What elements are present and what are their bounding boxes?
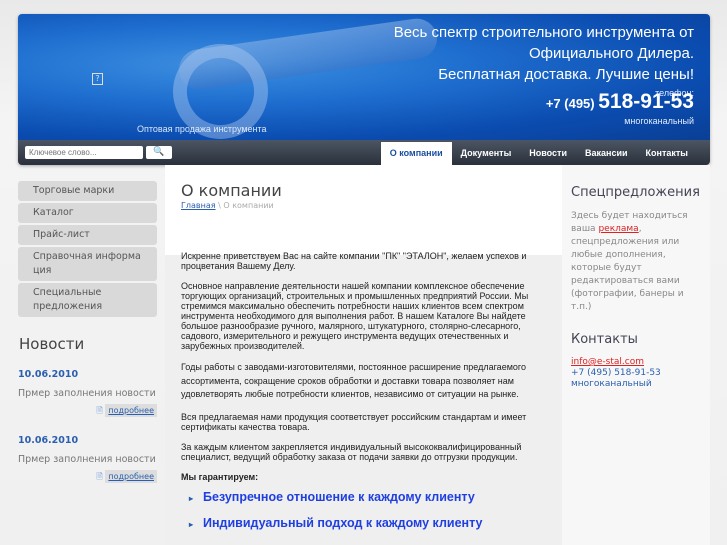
main-content: О компании Главная \ О компании Искренне… <box>165 165 562 545</box>
guarantee-text: Индивидуальный подход к каждому клиенту <box>203 515 483 530</box>
bullet-arrow-icon: ▸ <box>189 493 194 503</box>
guarantee-item: ▸ Безупречное отношение к каждому клиенту <box>189 489 556 504</box>
bullet-arrow-icon: ▸ <box>189 519 194 529</box>
breadcrumb-home[interactable]: Главная <box>181 201 216 210</box>
tab-news[interactable]: Новости <box>520 142 576 165</box>
news-more-link[interactable]: подробнее <box>105 404 157 417</box>
phone-number: 518-91-53 <box>598 90 694 113</box>
right-sidebar: Спецпредложения Здесь будет находиться в… <box>562 165 710 545</box>
special-heading: Спецпредложения <box>571 185 700 200</box>
nav-bar: 🔍 О компании Документы Новости Вакансии … <box>18 140 710 165</box>
search-button[interactable]: 🔍 <box>146 146 172 159</box>
news-more-link[interactable]: подробнее <box>105 470 157 483</box>
article-body: Искренне приветствуем Вас на сайте компа… <box>181 251 556 530</box>
tab-about[interactable]: О компании <box>380 142 452 165</box>
header-phone: +7 (495) 518-91-53 <box>546 90 694 114</box>
ad-link[interactable]: реклама <box>598 224 638 234</box>
news-text: Прмер заполнения новости <box>18 388 156 399</box>
contacts-heading: Контакты <box>571 332 638 347</box>
news-item: 10.06.2010 Прмер заполнения новости 🗎 по… <box>18 369 157 419</box>
guarantee-text: Безупречное отношение к каждому клиенту <box>203 489 475 504</box>
news-item: 10.06.2010 Прмер заполнения новости 🗎 по… <box>18 435 157 485</box>
tab-documents[interactable]: Документы <box>452 142 521 165</box>
phone-prefix: +7 (495) <box>545 96 595 111</box>
tab-vacancies[interactable]: Вакансии <box>576 142 637 165</box>
sidebar-item-reference[interactable]: Справочная информация <box>18 247 157 281</box>
page-title: О компании <box>181 181 282 200</box>
slogan-line: Весь спектр строительного инструмента от <box>393 24 694 41</box>
slogan-line: Официального Дилера. <box>528 45 694 62</box>
breadcrumb-separator: \ <box>218 201 221 210</box>
paragraph: Основное направление деятельности нашей … <box>181 281 529 351</box>
phone-note: многоканальный <box>624 116 694 126</box>
guarantee-item: ▸ Индивидуальный подход к каждому клиенту <box>189 515 556 530</box>
broken-image-icon: ? <box>92 73 103 85</box>
search-icon: 🔍 <box>153 147 165 157</box>
slogan-line: Бесплатная доставка. Лучшие цены! <box>438 66 694 83</box>
breadcrumb-current: О компании <box>223 201 274 210</box>
news-date: 10.06.2010 <box>18 435 79 446</box>
news-text: Прмер заполнения новости <box>18 454 156 465</box>
special-text-end: , спецпредложения или любые дополнения, … <box>571 224 684 312</box>
guarantee-heading: Мы гарантируем: <box>181 471 259 482</box>
paragraph: За каждым клиентом закрепляется индивиду… <box>181 441 522 462</box>
paragraph: Вся предлагаемая нами продукция соответс… <box>181 411 527 432</box>
document-icon: 🗎 <box>96 472 103 481</box>
contact-phone: +7 (495) 518-91-53 <box>571 368 661 378</box>
news-date: 10.06.2010 <box>18 369 79 380</box>
tab-contacts[interactable]: Контакты <box>637 142 697 165</box>
contacts: info@e-stal.com +7 (495) 518-91-53 много… <box>571 357 701 390</box>
sidebar-item-brands[interactable]: Торговые марки <box>18 181 157 201</box>
sidebar-item-catalog[interactable]: Каталог <box>18 203 157 223</box>
breadcrumb: Главная \ О компании <box>181 201 274 210</box>
news-heading: Новости <box>19 335 85 353</box>
banner: ? Весь спектр строительного инструмента … <box>18 14 710 153</box>
sidebar-item-special[interactable]: Специальные предложения <box>18 283 157 317</box>
special-text: Здесь будет находиться ваша реклама, спе… <box>571 210 701 314</box>
left-sidebar: Торговые марки Каталог Прайс-лист Справо… <box>18 181 157 485</box>
email-link[interactable]: info@e-stal.com <box>571 357 701 368</box>
tagline: Оптовая продажа инструмента <box>137 124 267 134</box>
document-icon: 🗎 <box>96 406 103 415</box>
sidebar-item-pricelist[interactable]: Прайс-лист <box>18 225 157 245</box>
paragraph: Годы работы с заводами-изготовителями, п… <box>181 362 526 399</box>
search-input[interactable] <box>25 146 143 159</box>
nav-tabs: О компании Документы Новости Вакансии Ко… <box>380 142 697 165</box>
paragraph: Искренне приветствуем Вас на сайте компа… <box>181 251 527 271</box>
header: ? Весь спектр строительного инструмента … <box>18 14 710 165</box>
slogan: Весь спектр строительного инструмента от… <box>394 22 694 85</box>
contact-phone-note: многоканальный <box>571 379 652 389</box>
